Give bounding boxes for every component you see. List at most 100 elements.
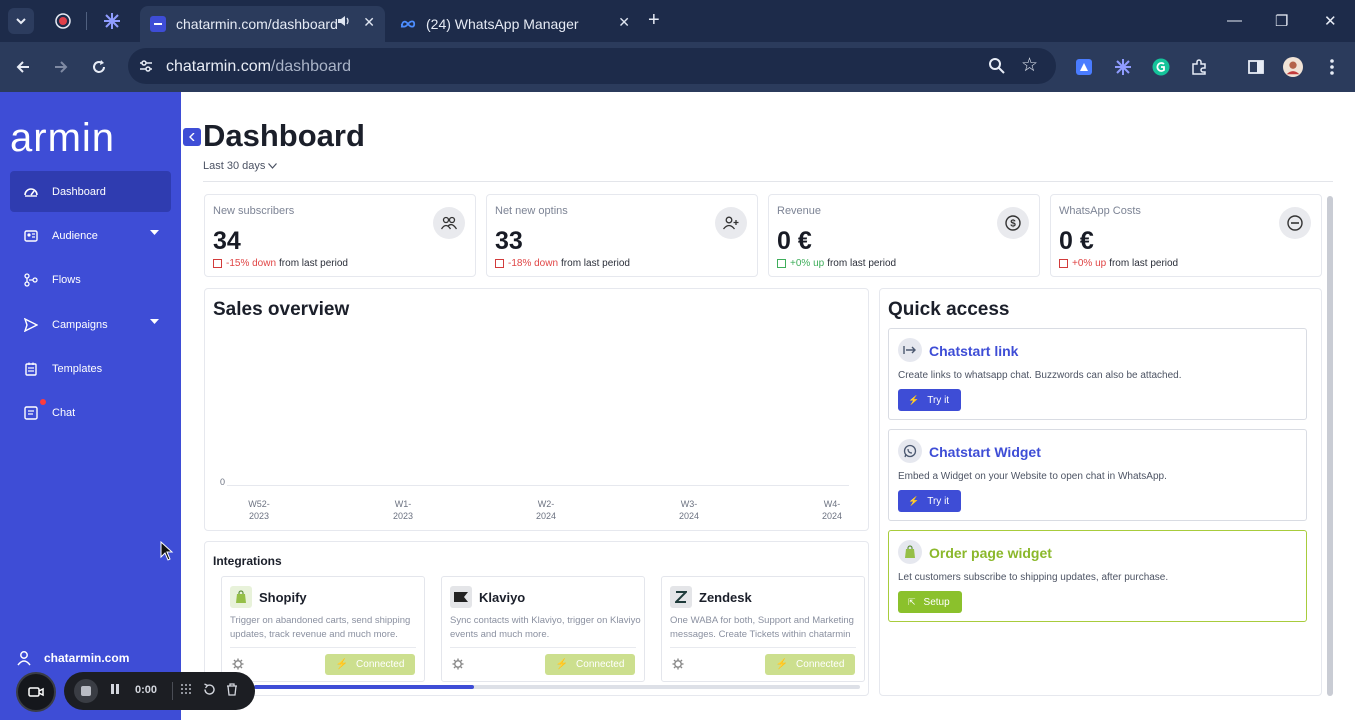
- stat-value: 33: [495, 227, 523, 255]
- try-it-button[interactable]: ⚡ Try it: [898, 389, 962, 411]
- quick-access-chatstart-widget: Chatstart Widget Embed a Widget on your …: [888, 429, 1307, 521]
- chevron-down-icon[interactable]: [150, 228, 159, 239]
- connected-button[interactable]: ⚡ Connected: [325, 654, 415, 675]
- trend-up-icon: [777, 259, 786, 268]
- tab-title: (24) WhatsApp Manager: [426, 16, 579, 32]
- stat-trend: +0% up from last period: [1059, 258, 1178, 269]
- restart-button[interactable]: [203, 683, 216, 699]
- extensions-puzzle-icon[interactable]: [1189, 57, 1209, 77]
- date-range-dropdown[interactable]: Last 30 days: [203, 160, 278, 172]
- stat-card-whatsapp-costs: WhatsApp Costs 0 € +0% up from last perio…: [1050, 194, 1322, 277]
- sidebar-item-campaigns[interactable]: Campaigns: [10, 304, 171, 345]
- arrow-left-icon: [16, 61, 29, 73]
- setup-button[interactable]: ⇱ Setup: [898, 591, 962, 613]
- collapse-sidebar-button[interactable]: [183, 128, 201, 146]
- stat-value: 34: [213, 227, 241, 255]
- stop-icon: [81, 686, 91, 696]
- stat-card-new-subscribers: New subscribers 34 -15% down from last pe…: [204, 194, 476, 277]
- record-icon: [55, 13, 71, 29]
- stat-value: 0 €: [777, 227, 812, 255]
- connected-button[interactable]: ⚡ Connected: [545, 654, 635, 675]
- delete-recording-button[interactable]: [226, 683, 238, 699]
- sidebar-item-chat[interactable]: Chat: [10, 392, 171, 433]
- sidebar-item-audience[interactable]: Audience: [10, 215, 171, 256]
- quick-access-title[interactable]: Chatstart link: [929, 343, 1018, 359]
- site-info-icon[interactable]: [138, 58, 154, 74]
- account-menu[interactable]: chatarmin.com: [16, 650, 129, 666]
- trend-down-icon: [495, 259, 504, 268]
- zoom-icon[interactable]: [988, 57, 1006, 75]
- close-window-button[interactable]: ✕: [1324, 12, 1337, 30]
- page-scrollbar[interactable]: [1327, 196, 1333, 696]
- browser-toolbar: chatarmin.com/dashboard ☆: [0, 42, 1355, 92]
- restart-icon: [204, 683, 215, 695]
- connected-button[interactable]: ⚡ Connected: [765, 654, 855, 675]
- drag-handle[interactable]: [180, 683, 192, 698]
- brand-logo[interactable]: armin: [10, 116, 115, 161]
- extension-grammarly-icon[interactable]: [1151, 57, 1171, 77]
- link-arrow-icon: [898, 338, 922, 362]
- x-tick-label: W4- 2024: [821, 499, 843, 521]
- trash-icon: [227, 683, 237, 696]
- restore-button[interactable]: ❐: [1275, 12, 1288, 30]
- section-title: Integrations: [213, 554, 282, 568]
- sidebar-item-dashboard[interactable]: Dashboard: [10, 171, 171, 212]
- close-tab-icon[interactable]: ✕: [618, 14, 630, 31]
- chevron-down-icon: [16, 18, 26, 25]
- forward-button[interactable]: [50, 56, 72, 78]
- mouse-cursor-icon: [160, 541, 174, 561]
- bookmark-star-icon[interactable]: ☆: [1021, 54, 1038, 77]
- back-button[interactable]: [12, 56, 34, 78]
- gear-icon[interactable]: [232, 658, 244, 670]
- pinned-tab-extension[interactable]: [102, 11, 122, 31]
- gear-icon[interactable]: [452, 658, 464, 670]
- try-it-button[interactable]: ⚡ Try it: [898, 490, 962, 512]
- speaker-icon[interactable]: [337, 14, 351, 31]
- close-tab-icon[interactable]: ✕: [363, 14, 375, 31]
- quick-access-order-page-widget: Order page widget Let customers subscrib…: [888, 530, 1307, 622]
- trend-down-icon: [213, 259, 222, 268]
- x-tick-label: W3- 2024: [678, 499, 700, 521]
- sidebar-item-templates[interactable]: Templates: [10, 348, 171, 389]
- tab-chatarmin-dashboard[interactable]: chatarmin.com/dashboard ✕: [140, 6, 385, 42]
- pause-button[interactable]: [110, 683, 120, 698]
- recording-timer: 0:00: [135, 684, 158, 696]
- gear-icon[interactable]: [672, 658, 684, 670]
- quick-access-chatstart-link: Chatstart link Create links to whatsapp …: [888, 328, 1307, 420]
- stop-recording-button[interactable]: [74, 679, 98, 703]
- stat-trend: -15% down from last period: [213, 258, 348, 269]
- extension-drive-icon[interactable]: [1074, 57, 1094, 77]
- trend-up-icon: [1059, 259, 1068, 268]
- extension-asterisk-icon[interactable]: [1113, 57, 1133, 77]
- camera-toggle-button[interactable]: [16, 672, 56, 712]
- reload-button[interactable]: [88, 56, 110, 78]
- tab-whatsapp-manager[interactable]: (24) WhatsApp Manager ✕: [390, 6, 640, 42]
- scrollbar-thumb[interactable]: [254, 685, 474, 689]
- integration-divider: [450, 647, 636, 648]
- side-panel-icon[interactable]: [1246, 57, 1266, 77]
- integration-zendesk: Zendesk One WABA for both, Support and M…: [661, 576, 865, 682]
- browser-menu-icon[interactable]: [1322, 57, 1342, 77]
- integrations-scrollbar[interactable]: [204, 685, 860, 689]
- pinned-tab-record[interactable]: [53, 11, 73, 31]
- minimize-button[interactable]: —: [1227, 12, 1242, 29]
- external-link-icon: ⇱: [908, 596, 916, 607]
- plug-icon: ⚡: [555, 659, 569, 670]
- quick-access-title[interactable]: Chatstart Widget: [929, 444, 1041, 460]
- tab-search-button[interactable]: [8, 8, 34, 34]
- quick-access-title[interactable]: Order page widget: [929, 545, 1052, 561]
- url-text[interactable]: chatarmin.com/dashboard: [166, 58, 351, 76]
- address-bar[interactable]: chatarmin.com/dashboard ☆: [128, 48, 1056, 84]
- stat-trend: +0% up from last period: [777, 258, 896, 269]
- x-tick-label: W2- 2024: [535, 499, 557, 521]
- dollar-icon: $: [997, 207, 1029, 239]
- quick-access-description: Embed a Widget on your Website to open c…: [898, 471, 1167, 482]
- integration-description: One WABA for both, Support and Marketing…: [670, 615, 854, 640]
- sidebar-item-flows[interactable]: Flows: [10, 259, 171, 300]
- new-tab-button[interactable]: +: [648, 10, 660, 30]
- integration-description: Sync contacts with Klaviyo, trigger on K…: [450, 615, 641, 640]
- sidebar-item-label: Campaigns: [52, 318, 108, 331]
- profile-avatar[interactable]: [1283, 57, 1303, 77]
- chevron-down-icon[interactable]: [150, 317, 159, 328]
- meta-favicon-icon: [400, 16, 416, 32]
